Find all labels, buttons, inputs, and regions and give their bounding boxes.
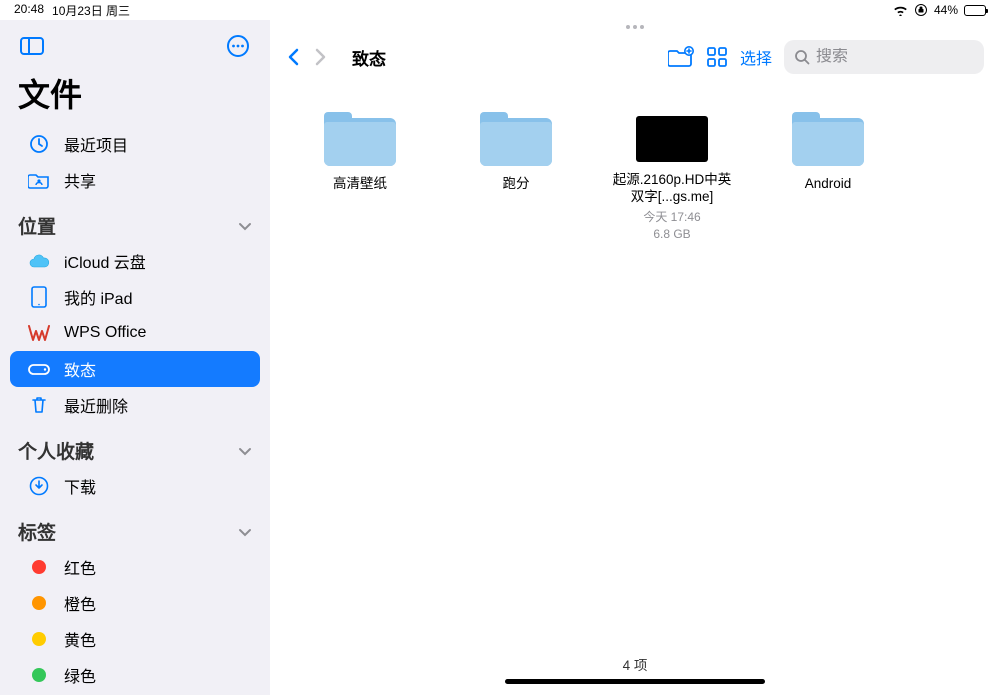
sidebar-tag-item[interactable]: 绿色 — [10, 657, 260, 693]
drive-icon — [28, 358, 50, 380]
breadcrumb-title: 致态 — [352, 45, 386, 70]
main-panel: 致态 选择 高清壁纸 跑分 起源.2160p.HD中英双字[...gs.me] 今天 … — [270, 20, 1000, 695]
tag-dot-icon — [28, 592, 50, 614]
battery-text: 44% — [934, 3, 958, 17]
sidebar-item-label: WPS Office — [64, 324, 146, 342]
folder-icon — [324, 110, 396, 166]
status-date: 10月23日 周三 — [52, 2, 130, 19]
icloud-icon — [28, 250, 50, 272]
tags-header[interactable]: 标签 — [0, 504, 270, 549]
sidebar-item-label: 最近删除 — [64, 393, 128, 417]
sidebar-tag-item[interactable]: 红色 — [10, 549, 260, 585]
folder-item[interactable]: Android — [768, 110, 888, 193]
sidebar-item-label: 共享 — [64, 168, 96, 192]
chevron-down-icon — [238, 221, 252, 231]
sidebar-tag-item[interactable]: 黄色 — [10, 621, 260, 657]
tag-dot-icon — [28, 556, 50, 578]
file-size: 6.8 GB — [653, 227, 690, 241]
battery-icon — [964, 5, 986, 16]
wps-icon — [28, 322, 50, 344]
new-folder-button[interactable] — [668, 46, 694, 68]
sidebar-shared[interactable]: 共享 — [10, 162, 260, 198]
sidebar-item-label: 绿色 — [64, 663, 96, 687]
status-time: 20:48 — [14, 2, 44, 19]
file-date: 今天 17:46 — [643, 208, 700, 225]
file-name: 跑分 — [503, 176, 530, 193]
sidebar-item-label: 橙色 — [64, 591, 96, 615]
sidebar-location-item[interactable]: 我的 iPad — [10, 279, 260, 315]
view-grid-button[interactable] — [706, 46, 728, 68]
file-name: Android — [805, 176, 852, 193]
tag-dot-icon — [28, 628, 50, 650]
video-thumbnail — [636, 116, 708, 162]
sidebar-location-item[interactable]: 最近删除 — [10, 387, 260, 423]
tag-dot-icon — [28, 664, 50, 686]
search-input[interactable] — [816, 48, 1000, 66]
sidebar-item-label: iCloud 云盘 — [64, 249, 146, 273]
ipad-icon — [28, 286, 50, 308]
favorites-header[interactable]: 个人收藏 — [0, 423, 270, 468]
sidebar-item-label: 黄色 — [64, 627, 96, 651]
file-grid: 高清壁纸 跑分 起源.2160p.HD中英双字[...gs.me] 今天 17:46 6… — [270, 80, 1000, 649]
download-icon — [28, 475, 50, 497]
file-item[interactable]: 起源.2160p.HD中英双字[...gs.me] 今天 17:46 6.8 GB — [612, 110, 732, 241]
toolbar: 致态 选择 — [270, 34, 1000, 80]
orientation-lock-icon — [914, 3, 928, 17]
home-indicator[interactable] — [270, 679, 1000, 695]
file-name: 高清壁纸 — [333, 176, 387, 193]
sidebar-item-label: 红色 — [64, 555, 96, 579]
window-handle[interactable] — [270, 20, 1000, 34]
sidebar-recent[interactable]: 最近项目 — [10, 126, 260, 162]
chevron-down-icon — [238, 527, 252, 537]
toggle-sidebar-button[interactable] — [18, 32, 46, 60]
sidebar-item-label: 我的 iPad — [64, 285, 132, 309]
status-bar: 20:48 10月23日 周三 44% — [0, 0, 1000, 20]
wifi-icon — [893, 5, 908, 16]
shared-folder-icon — [28, 169, 50, 191]
trash-icon — [28, 394, 50, 416]
app-title: 文件 — [0, 66, 270, 126]
sidebar-tag-item[interactable]: 橙色 — [10, 585, 260, 621]
sidebar: 文件 最近项目 共享 位置 iCloud 云盘我的 iPad WPS Office… — [0, 20, 270, 695]
search-box[interactable] — [784, 40, 984, 74]
forward-button[interactable] — [314, 47, 328, 67]
select-button[interactable]: 选择 — [740, 45, 772, 69]
locations-header[interactable]: 位置 — [0, 198, 270, 243]
folder-item[interactable]: 跑分 — [456, 110, 576, 193]
search-icon — [794, 49, 810, 65]
clock-icon — [28, 133, 50, 155]
file-name: 起源.2160p.HD中英双字[...gs.me] — [612, 172, 732, 206]
item-count: 4 项 — [270, 649, 1000, 679]
more-options-button[interactable] — [224, 32, 252, 60]
sidebar-location-item[interactable]: iCloud 云盘 — [10, 243, 260, 279]
sidebar-item-label: 下载 — [64, 474, 96, 498]
folder-icon — [480, 110, 552, 166]
sidebar-favorite-item[interactable]: 下载 — [10, 468, 260, 504]
folder-item[interactable]: 高清壁纸 — [300, 110, 420, 193]
folder-icon — [792, 110, 864, 166]
chevron-down-icon — [238, 446, 252, 456]
sidebar-location-item[interactable]: WPS Office — [10, 315, 260, 351]
back-button[interactable] — [286, 47, 300, 67]
sidebar-item-label: 致态 — [64, 357, 96, 381]
sidebar-item-label: 最近项目 — [64, 132, 128, 156]
sidebar-location-item[interactable]: 致态 — [10, 351, 260, 387]
